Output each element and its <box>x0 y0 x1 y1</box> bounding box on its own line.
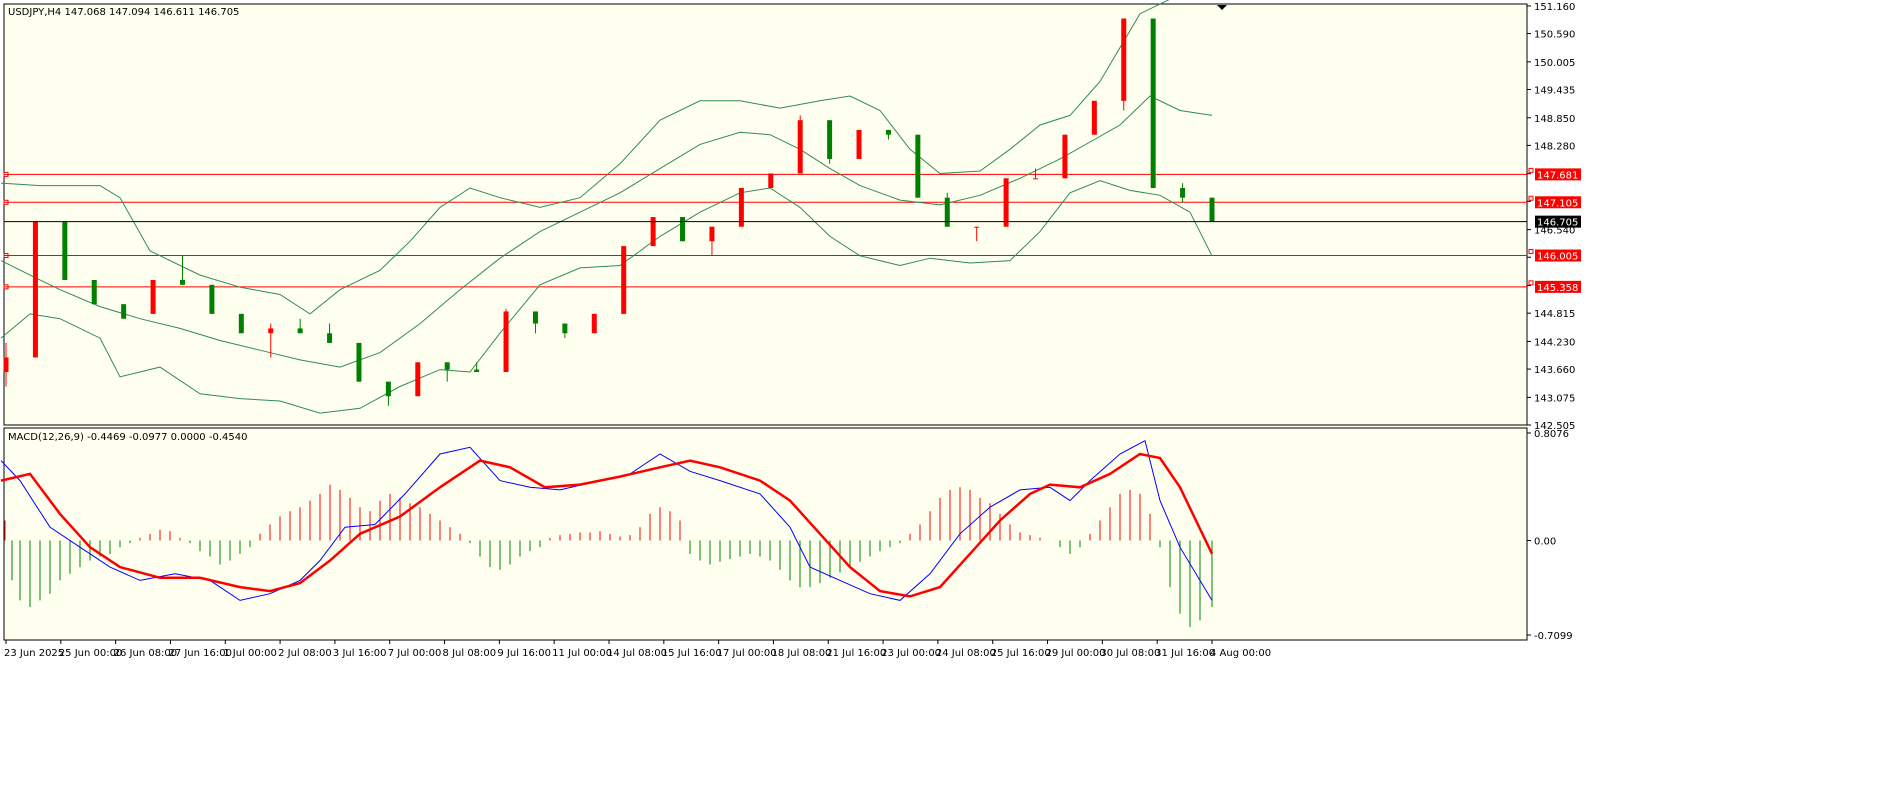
price-tick-label: 148.280 <box>1534 141 1575 152</box>
macd-label: MACD(12,26,9) -0.4469 -0.0977 0.0000 -0.… <box>8 432 247 443</box>
macd-tick-label: 0.8076 <box>1534 429 1569 440</box>
candle-body <box>356 342 362 382</box>
price-tick-label: 150.590 <box>1534 30 1575 41</box>
macd-pane[interactable]: MACD(12,26,9) -0.4469 -0.0977 0.0000 -0.… <box>0 427 1528 641</box>
time-tick-label: 15 Jul 16:00 <box>662 648 722 659</box>
level-anchor-icon <box>1528 167 1534 173</box>
candle-body <box>768 173 774 188</box>
candle-body <box>621 246 627 314</box>
candle-body <box>1209 197 1215 222</box>
time-tick-label: 30 Jul 08:00 <box>1100 648 1160 659</box>
level-label: 147.105 <box>1537 198 1578 209</box>
candle-body <box>415 362 421 397</box>
time-tick-label: 4 Aug 00:00 <box>1210 648 1271 659</box>
candle-body <box>3 357 9 372</box>
time-tick-label: 29 Jul 00:00 <box>1046 648 1106 659</box>
time-tick-label: 11 Jul 00:00 <box>552 648 612 659</box>
time-tick-label: 23 Jun 2025 <box>4 648 64 659</box>
candle-body <box>562 323 568 334</box>
macd-pane-background <box>3 427 1528 641</box>
chart-canvas[interactable]: USDJPY,H4 147.068 147.094 146.611 146.70… <box>0 0 1889 792</box>
candle-body <box>179 279 185 285</box>
macd-tick-label: 0.00 <box>1534 537 1556 548</box>
candle-body <box>209 284 215 314</box>
candle-body <box>827 120 833 159</box>
candle-body <box>62 221 68 280</box>
candle-body <box>1150 18 1156 188</box>
time-axis: 23 Jun 202525 Jun 00:0026 Jun 08:0027 Ju… <box>4 640 1271 659</box>
candle-body <box>444 362 450 370</box>
time-tick-label: 31 Jul 16:00 <box>1155 648 1215 659</box>
time-tick-label: 18 Jul 08:00 <box>771 648 831 659</box>
candle-body <box>885 129 891 135</box>
price-axis: 151.160 150.590 150.005 149.435 148.850 148.2… <box>1527 2 1581 432</box>
level-anchor-icon <box>1528 195 1534 201</box>
candle-body <box>856 129 862 159</box>
candle-body <box>532 311 538 324</box>
price-tick-label: 143.660 <box>1534 365 1575 376</box>
time-tick-label: 23 Jul 00:00 <box>881 648 941 659</box>
candle-body <box>297 328 303 334</box>
candle-body <box>385 381 391 397</box>
candle-body <box>327 333 333 343</box>
macd-tick-label: -0.7099 <box>1534 631 1573 642</box>
chart-terminal[interactable]: USDJPY,H4 147.068 147.094 146.611 146.70… <box>0 0 1889 792</box>
candle-body <box>738 187 744 227</box>
candle-body <box>944 197 950 227</box>
price-tick-label: 144.230 <box>1534 337 1575 348</box>
candle-body <box>915 134 921 198</box>
candle-body <box>1062 134 1068 179</box>
level-label: 147.681 <box>1537 170 1578 181</box>
candle-body <box>1003 178 1009 227</box>
candle-body <box>268 328 274 334</box>
level-anchor-icon <box>1528 280 1534 286</box>
price-tick-label: 149.435 <box>1534 85 1575 96</box>
time-tick-label: 3 Jul 16:00 <box>333 648 387 659</box>
candle-body <box>1180 187 1186 198</box>
price-tick-label: 143.075 <box>1534 393 1575 404</box>
candle-body <box>680 217 686 242</box>
macd-axis: 0.8076 0.00 -0.7099 <box>1527 429 1573 642</box>
candle-body <box>1033 178 1039 180</box>
candle-body <box>32 221 38 358</box>
candle-body <box>591 313 597 334</box>
price-tick-label: 150.005 <box>1534 58 1575 69</box>
level-label: 145.358 <box>1537 283 1578 294</box>
price-pane-background <box>3 3 1528 426</box>
level-label: 146.005 <box>1537 252 1578 263</box>
price-pane[interactable]: USDJPY,H4 147.068 147.094 146.611 146.70… <box>0 0 1534 426</box>
candle-body <box>503 311 509 372</box>
level-anchor-icon <box>1528 249 1534 255</box>
candle-body <box>1121 18 1127 101</box>
current-price-label: 146.705 <box>1537 218 1578 229</box>
time-tick-label: 24 Jul 08:00 <box>936 648 996 659</box>
price-tick-label: 144.815 <box>1534 309 1575 320</box>
time-tick-label: 2 Jul 08:00 <box>278 648 332 659</box>
candle-body <box>238 313 244 334</box>
candle-body <box>474 369 480 372</box>
time-tick-label: 7 Jul 00:00 <box>388 648 442 659</box>
time-tick-label: 14 Jul 08:00 <box>607 648 667 659</box>
time-tick-label: 21 Jul 16:00 <box>826 648 886 659</box>
time-tick-label: 1 Jul 00:00 <box>223 648 277 659</box>
time-tick-label: 8 Jul 08:00 <box>443 648 497 659</box>
time-tick-label: 9 Jul 16:00 <box>497 648 551 659</box>
candle-body <box>121 304 127 319</box>
time-tick-label: 17 Jul 00:00 <box>717 648 777 659</box>
time-tick-label: 25 Jul 16:00 <box>991 648 1051 659</box>
candle-body <box>709 226 715 242</box>
candle-body <box>1091 100 1097 135</box>
price-tick-label: 151.160 <box>1534 2 1575 13</box>
candle-body <box>91 279 97 305</box>
symbol-title: USDJPY,H4 147.068 147.094 146.611 146.70… <box>8 7 239 18</box>
candle-body <box>974 226 980 228</box>
price-tick-label: 148.850 <box>1534 114 1575 125</box>
candle-body <box>150 279 156 314</box>
candle-body <box>797 120 803 174</box>
